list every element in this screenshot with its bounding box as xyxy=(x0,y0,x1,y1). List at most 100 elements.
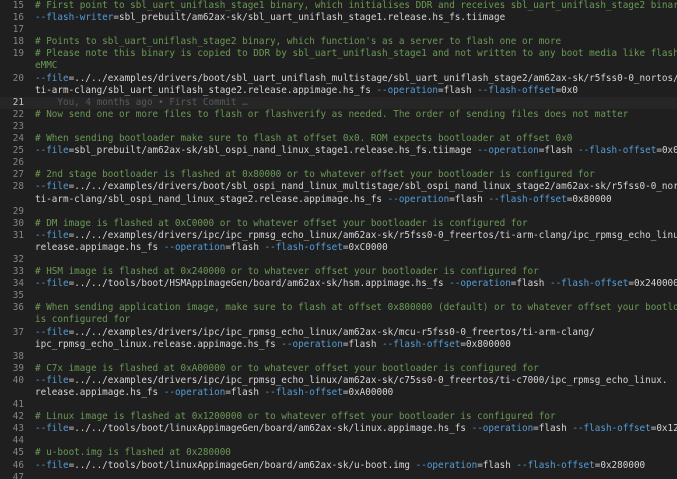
code-flag: --flash-offset xyxy=(382,338,461,350)
code-line[interactable]: eMMC xyxy=(0,60,677,72)
code-editor[interactable]: 15 # First point to sbl_uart_uniflash_sta… xyxy=(0,0,677,479)
code-value: release.appimage.hs_fs xyxy=(35,241,164,253)
code-line[interactable]: 32 xyxy=(0,254,677,266)
current-line[interactable]: 21 You, 4 months ago • First Commit … xyxy=(0,96,677,109)
line-number: 47 xyxy=(12,471,24,479)
code-line[interactable]: 20 --file=../../examples/drivers/boot/sbl… xyxy=(0,73,677,85)
code-line[interactable]: 28 --file=../../examples/drivers/boot/sbl… xyxy=(0,181,677,193)
line-number xyxy=(0,314,24,326)
line-content xyxy=(24,24,677,36)
line-number: 18 xyxy=(12,36,24,48)
code-value: =../../examples/drivers/boot/sbl_uart_un… xyxy=(68,72,677,84)
code-line[interactable]: 44 xyxy=(0,435,677,447)
code-line[interactable]: 39 # C7x image is flashed at 0xA00000 or … xyxy=(0,363,677,375)
line-number xyxy=(0,387,24,399)
code-line[interactable]: release.appimage.hs_fs --operation=flash… xyxy=(0,387,677,399)
code-line[interactable]: 17 xyxy=(0,24,677,36)
line-number: 38 xyxy=(12,350,24,362)
code-flag: --flash-offset xyxy=(577,145,657,157)
code-line[interactable]: 38 xyxy=(0,351,677,363)
code-line[interactable]: 25 --file=sbl_prebuilt/am62ax-sk/sbl_ospi… xyxy=(0,145,677,157)
line-number xyxy=(0,85,24,97)
code-flag: --operation xyxy=(415,459,478,471)
code-line[interactable]: 41 xyxy=(0,399,677,411)
line-content: ti-arm-clang/sbl_uart_uniflash_stage2.re… xyxy=(24,85,677,97)
line-content xyxy=(24,254,677,266)
line-content: # Please note this binary is copied to D… xyxy=(24,48,677,60)
code-line[interactable]: 16 --flash-writer=sbl_prebuilt/am62ax-sk/… xyxy=(0,12,677,24)
line-content: You, 4 months ago • First Commit … xyxy=(24,97,677,109)
code-line[interactable]: 24 # When sending bootloader make sure to… xyxy=(0,133,677,145)
code-line[interactable]: 33 # HSM image is flashed at 0x240000 or … xyxy=(0,266,677,278)
line-number xyxy=(0,60,24,72)
line-content xyxy=(24,206,677,218)
line-number: 45 xyxy=(12,447,24,459)
line-content: release.appimage.hs_fs --operation=flash… xyxy=(24,387,677,399)
code-line[interactable]: 31 --file=../../examples/drivers/ipc/ipc_… xyxy=(0,230,677,242)
code-line[interactable]: is configured for xyxy=(0,314,677,326)
code-value: =../../examples/drivers/ipc/ipc_rpmsg_ec… xyxy=(68,374,668,386)
code-line[interactable]: ti-arm-clang/sbl_uart_uniflash_stage2.re… xyxy=(0,85,677,97)
code-flag: --flash-offset xyxy=(572,423,651,435)
code-line[interactable]: 35 xyxy=(0,290,677,302)
line-number xyxy=(0,242,24,254)
line-number: 44 xyxy=(12,435,24,447)
code-line[interactable]: 22 # Now send one or more files to flash … xyxy=(0,109,677,121)
code-value: =sbl_prebuilt/am62ax-sk/sbl_uart_uniflas… xyxy=(113,12,506,24)
code-value: =0x0 xyxy=(656,145,677,157)
code-line[interactable]: 23 xyxy=(0,121,677,133)
code-line[interactable]: ipc_rpmsg_echo_linux.release.appimage.hs… xyxy=(0,339,677,351)
code-value: =0x280000 xyxy=(594,459,646,471)
line-content xyxy=(24,290,677,302)
code-line[interactable]: 15 # First point to sbl_uart_uniflash_sta… xyxy=(0,0,677,12)
code-line[interactable]: 46 --file=../../tools/boot/linuxAppimageG… xyxy=(0,460,677,472)
code-value: ti-arm-clang/sbl_ospi_nand_linux_stage2.… xyxy=(35,193,388,205)
code-comment: # u-boot.img is flashed at 0x280000 xyxy=(35,447,231,459)
code-line[interactable]: release.appimage.hs_fs --operation=flash… xyxy=(0,242,677,254)
line-content: --file=sbl_prebuilt/am62ax-sk/sbl_ospi_n… xyxy=(24,145,677,157)
code-value: =flash xyxy=(533,423,573,435)
code-flag: --file xyxy=(35,145,69,157)
line-content xyxy=(24,399,677,411)
code-flag: --file xyxy=(35,459,69,471)
code-line[interactable]: 18 # Points to sbl_uart_uniflash_stage2 b… xyxy=(0,36,677,48)
code-flag: --file xyxy=(35,72,69,84)
line-content: release.appimage.hs_fs --operation=flash… xyxy=(24,242,677,254)
code-line[interactable]: 37 --file=../../examples/drivers/ipc/ipc_… xyxy=(0,327,677,339)
line-content: # u-boot.img is flashed at 0x280000 xyxy=(24,447,677,459)
code-flag: --operation xyxy=(163,241,226,253)
code-value: =flash xyxy=(342,338,383,350)
code-line[interactable]: 47 xyxy=(0,472,677,479)
code-line[interactable]: 45 # u-boot.img is flashed at 0x280000 xyxy=(0,447,677,459)
code-flag: --file xyxy=(35,374,69,386)
code-line[interactable]: 30 # DM image is flashed at 0xC0000 or to… xyxy=(0,218,677,230)
code-value: =flash xyxy=(449,193,489,205)
code-value: ipc_rpmsg_echo_linux.release.appimage.hs… xyxy=(35,338,282,350)
line-content: # When sending bootloader make sure to f… xyxy=(24,133,677,145)
code-line[interactable]: 29 xyxy=(0,206,677,218)
code-flag: --operation xyxy=(163,387,226,398)
line-number: 37 xyxy=(12,326,24,338)
code-line[interactable]: 19 # Please note this binary is copied to… xyxy=(0,48,677,60)
line-content: --file=../../tools/boot/HSMAppimageGen/b… xyxy=(24,278,677,290)
line-content: # Points to sbl_uart_uniflash_stage2 bin… xyxy=(24,36,677,48)
line-content: # Linux image is flashed at 0x1200000 or… xyxy=(24,411,677,423)
code-line[interactable]: 42 # Linux image is flashed at 0x1200000 … xyxy=(0,411,677,423)
code-line[interactable]: 40 --file=../../examples/drivers/ipc/ipc_… xyxy=(0,375,677,387)
git-blame-annotation: You, 4 months ago • First Commit … xyxy=(35,96,248,108)
code-flag: --flash-offset xyxy=(549,278,629,290)
code-value: =../../examples/drivers/boot/sbl_ospi_na… xyxy=(68,181,677,193)
code-value: =0xA00000 xyxy=(342,387,394,398)
code-line[interactable]: 43 --file=../../tools/boot/linuxAppimageG… xyxy=(0,423,677,435)
line-number: 35 xyxy=(12,290,24,302)
code-line[interactable]: 36 # When sending application image, make… xyxy=(0,302,677,314)
code-flag: --flash-writer xyxy=(35,12,114,24)
code-line[interactable]: 34 --file=../../tools/boot/HSMAppimageGen… xyxy=(0,278,677,290)
line-content: --file=../../examples/drivers/ipc/ipc_rp… xyxy=(24,327,677,339)
line-content: --flash-writer=sbl_prebuilt/am62ax-sk/sb… xyxy=(24,12,677,24)
code-line[interactable]: 26 xyxy=(0,157,677,169)
code-line[interactable]: 27 # 2nd stage bootloader is flashed at 0… xyxy=(0,169,677,181)
line-content: --file=../../tools/boot/linuxAppimageGen… xyxy=(24,460,677,472)
code-line[interactable]: ti-arm-clang/sbl_ospi_nand_linux_stage2.… xyxy=(0,194,677,206)
line-number: 33 xyxy=(12,266,24,278)
